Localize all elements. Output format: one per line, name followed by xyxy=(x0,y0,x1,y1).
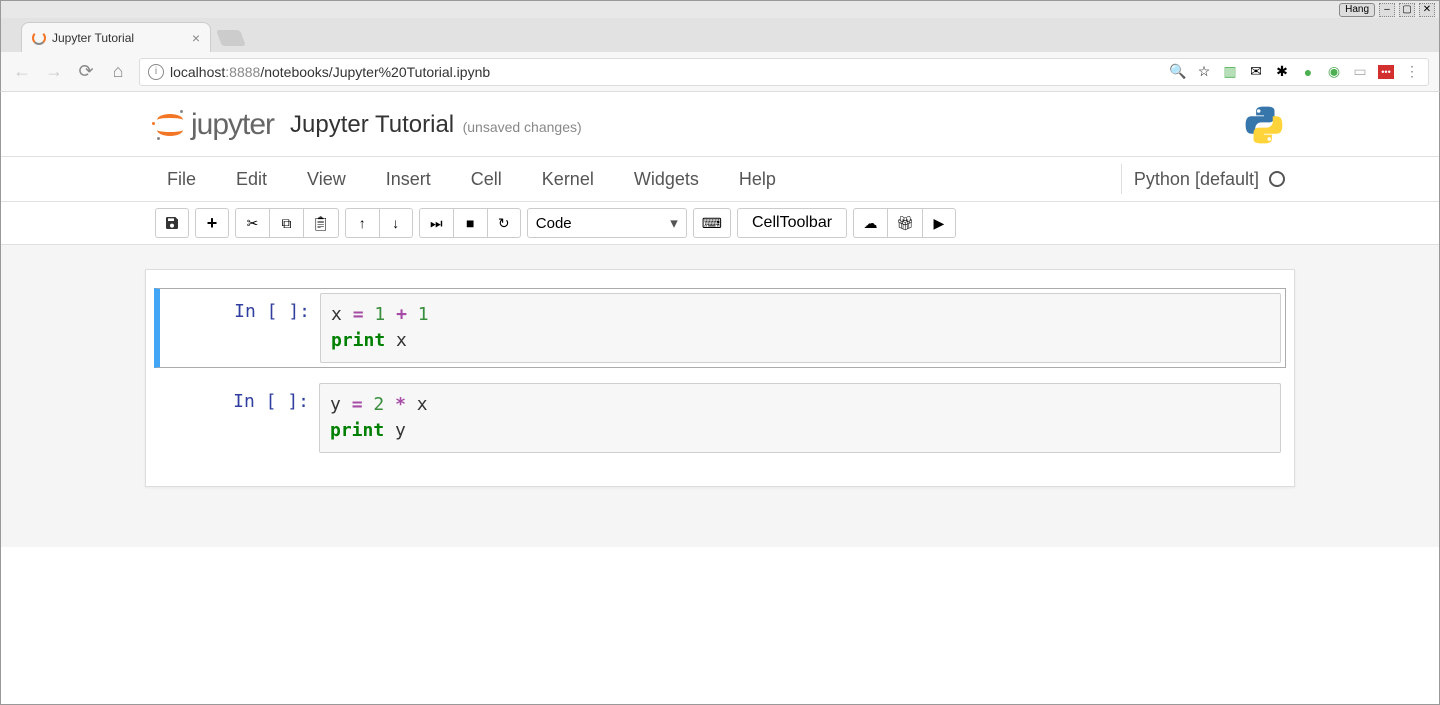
video-button[interactable]: ▶ xyxy=(922,208,956,238)
save-icon xyxy=(164,215,180,231)
stop-button[interactable]: ■ xyxy=(453,208,487,238)
window-titlebar: Hang – ▢ ✕ xyxy=(0,0,1440,18)
jupyter-favicon-icon xyxy=(32,31,46,45)
cell-prompt: In [ ]: xyxy=(160,293,320,363)
menubar: File Edit View Insert Cell Kernel Widget… xyxy=(145,157,1295,201)
home-icon[interactable]: ⌂ xyxy=(107,61,129,82)
cloud-upload-icon: ☁ xyxy=(864,215,878,232)
menu-view[interactable]: View xyxy=(287,161,366,198)
reload-icon[interactable]: ⟳ xyxy=(75,61,97,82)
jupyter-header: jupyter Jupyter Tutorial (unsaved change… xyxy=(1,92,1439,157)
browser-tab[interactable]: Jupyter Tutorial × xyxy=(21,22,211,52)
arrow-down-icon: ↓ xyxy=(392,215,399,231)
url-port: :8888 xyxy=(225,64,260,80)
paste-icon: 📋︎ xyxy=(312,215,330,232)
grammarly-icon[interactable]: ◉ xyxy=(1326,64,1342,80)
jupyter-logo-icon xyxy=(155,110,185,140)
notebook: In [ ]:x = 1 + 1 print xIn [ ]:y = 2 * x… xyxy=(145,269,1295,487)
jupyter-logo[interactable]: jupyter xyxy=(155,108,274,142)
menu-help[interactable]: Help xyxy=(719,161,796,198)
stop-icon: ■ xyxy=(466,215,474,231)
page-content: jupyter Jupyter Tutorial (unsaved change… xyxy=(0,92,1440,705)
green-dot-icon[interactable]: ● xyxy=(1300,64,1316,80)
gift-button[interactable]: 🎁︎ xyxy=(887,208,922,238)
menu-kernel[interactable]: Kernel xyxy=(522,161,614,198)
code-input[interactable]: x = 1 + 1 print x xyxy=(320,293,1281,363)
tab-title: Jupyter Tutorial xyxy=(52,31,134,45)
menu-insert[interactable]: Insert xyxy=(366,161,451,198)
evernote-icon[interactable]: ✱ xyxy=(1274,64,1290,80)
jupyter-toolbar: + ✂ ⧉ 📋︎ ↑ ↓ ⏭ ■ ↻ Code ⌨ CellToolbar ☁ xyxy=(145,202,1295,244)
menubar-container: File Edit View Insert Cell Kernel Widget… xyxy=(1,157,1439,202)
cut-icon: ✂ xyxy=(247,215,259,232)
zoom-icon[interactable]: 🔍 xyxy=(1170,64,1186,80)
cell-type-select[interactable]: Code xyxy=(527,208,687,238)
close-tab-icon[interactable]: × xyxy=(192,30,200,46)
command-palette-button[interactable]: ⌨ xyxy=(693,208,731,238)
kernel-name: Python [default] xyxy=(1134,169,1259,190)
notebook-title[interactable]: Jupyter Tutorial xyxy=(290,111,454,138)
chat-icon[interactable]: ▭ xyxy=(1352,64,1368,80)
run-button[interactable]: ⏭ xyxy=(419,208,453,238)
menu-file[interactable]: File xyxy=(155,161,216,198)
toolbar-container: + ✂ ⧉ 📋︎ ↑ ↓ ⏭ ■ ↻ Code ⌨ CellToolbar ☁ xyxy=(1,202,1439,245)
cut-button[interactable]: ✂ xyxy=(235,208,269,238)
save-button[interactable] xyxy=(155,208,189,238)
copy-button[interactable]: ⧉ xyxy=(269,208,303,238)
browser-menu-icon[interactable]: ⋮ xyxy=(1404,64,1420,80)
forward-icon[interactable]: → xyxy=(43,61,65,82)
browser-tab-strip: Jupyter Tutorial × xyxy=(0,18,1440,52)
hang-button[interactable]: Hang xyxy=(1339,3,1375,17)
mail-icon[interactable]: ✉ xyxy=(1248,64,1264,80)
run-icon: ⏭ xyxy=(430,215,443,232)
url-host: localhost xyxy=(170,64,225,80)
lastpass-icon[interactable]: ••• xyxy=(1378,65,1394,79)
browser-toolbar: ← → ⟳ ⌂ i localhost:8888/notebooks/Jupyt… xyxy=(0,52,1440,92)
code-cell[interactable]: In [ ]:y = 2 * x print y xyxy=(154,378,1286,458)
restart-button[interactable]: ↻ xyxy=(487,208,521,238)
cell-toolbar-button[interactable]: CellToolbar xyxy=(737,208,847,238)
kernel-status-icon xyxy=(1269,171,1285,187)
site-info-icon[interactable]: i xyxy=(148,64,164,80)
paste-button[interactable]: 📋︎ xyxy=(303,208,339,238)
keyboard-icon: ⌨ xyxy=(702,215,722,232)
maximize-icon[interactable]: ▢ xyxy=(1399,3,1415,17)
address-bar[interactable]: i localhost:8888/notebooks/Jupyter%20Tut… xyxy=(139,58,1429,86)
cloud-upload-button[interactable]: ☁ xyxy=(853,208,887,238)
minimize-icon[interactable]: – xyxy=(1379,3,1395,17)
code-input[interactable]: y = 2 * x print y xyxy=(319,383,1281,453)
menu-cell[interactable]: Cell xyxy=(451,161,522,198)
jupyter-logo-text: jupyter xyxy=(191,108,274,142)
cell-prompt: In [ ]: xyxy=(159,383,319,453)
copy-icon: ⧉ xyxy=(282,215,292,232)
url-path: /notebooks/Jupyter%20Tutorial.ipynb xyxy=(260,64,490,80)
close-window-icon[interactable]: ✕ xyxy=(1419,3,1435,17)
youtube-icon: ▶ xyxy=(933,215,944,232)
restart-icon: ↻ xyxy=(498,215,510,232)
move-down-button[interactable]: ↓ xyxy=(379,208,413,238)
new-tab-button[interactable] xyxy=(216,30,246,46)
plus-icon: + xyxy=(207,213,218,234)
add-cell-button[interactable]: + xyxy=(195,208,229,238)
arrow-up-icon: ↑ xyxy=(359,215,366,231)
save-status: (unsaved changes) xyxy=(463,119,582,135)
python-logo-icon xyxy=(1243,104,1285,146)
menu-widgets[interactable]: Widgets xyxy=(614,161,719,198)
back-icon[interactable]: ← xyxy=(11,61,33,82)
gift-icon: 🎁︎ xyxy=(896,215,914,232)
move-up-button[interactable]: ↑ xyxy=(345,208,379,238)
notebook-area: In [ ]:x = 1 + 1 print xIn [ ]:y = 2 * x… xyxy=(1,245,1439,547)
extension-icon[interactable]: ▥ xyxy=(1222,64,1238,80)
code-cell[interactable]: In [ ]:x = 1 + 1 print x xyxy=(154,288,1286,368)
cell-type-value: Code xyxy=(536,215,572,232)
menu-edit[interactable]: Edit xyxy=(216,161,287,198)
bookmark-star-icon[interactable]: ☆ xyxy=(1196,64,1212,80)
